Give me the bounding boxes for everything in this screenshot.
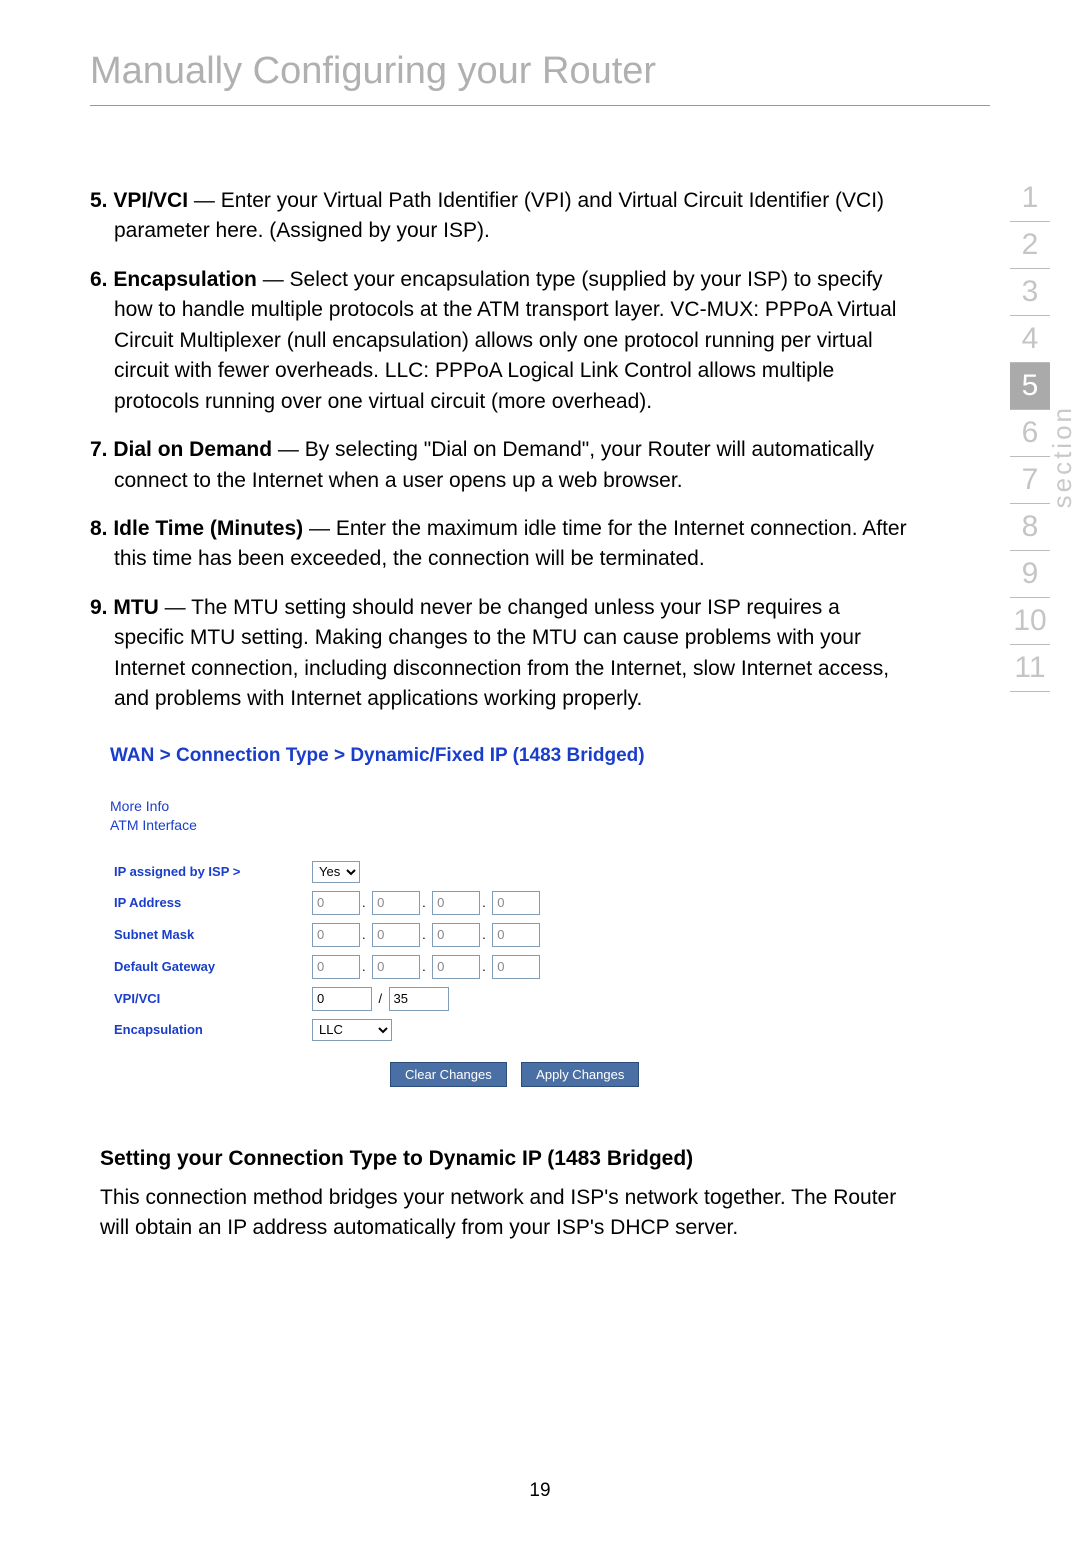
label-subnet-mask: Subnet Mask — [110, 922, 308, 948]
more-info-link[interactable]: More Info ATM Interface — [110, 797, 910, 836]
list-item-6: 6. Encapsulation — Select your encapsula… — [90, 265, 910, 417]
subnet-3[interactable] — [432, 923, 480, 947]
more-info-line2: ATM Interface — [110, 816, 910, 836]
gateway-3[interactable] — [432, 955, 480, 979]
list-item-5: 5. VPI/VCI — Enter your Virtual Path Ide… — [90, 186, 910, 247]
ip-assigned-select[interactable]: Yes — [312, 861, 360, 883]
item-9-label: 9. MTU — [90, 596, 159, 619]
label-ip-assigned: IP assigned by ISP > — [110, 860, 308, 884]
subsection-body: This connection method bridges your netw… — [100, 1183, 910, 1244]
section-nav-1[interactable]: 1 — [1010, 175, 1050, 222]
apply-changes-button[interactable]: Apply Changes — [521, 1062, 639, 1087]
breadcrumb: WAN > Connection Type > Dynamic/Fixed IP… — [110, 745, 910, 767]
section-nav-11[interactable]: 11 — [1010, 645, 1050, 692]
vpi-vci-separator: / — [376, 991, 384, 1006]
item-6-label: 6. Encapsulation — [90, 268, 257, 291]
router-config-screenshot: WAN > Connection Type > Dynamic/Fixed IP… — [110, 745, 910, 1087]
section-label: section — [1047, 405, 1078, 508]
section-nav: 1 2 3 4 5 6 7 8 9 10 11 — [1010, 175, 1050, 692]
ip-address-4[interactable] — [492, 891, 540, 915]
page-number: 19 — [0, 1480, 1080, 1502]
gateway-2[interactable] — [372, 955, 420, 979]
section-nav-5[interactable]: 5 — [1010, 363, 1050, 410]
item-7-label: 7. Dial on Demand — [90, 438, 272, 461]
vpi-input[interactable] — [312, 987, 372, 1011]
encapsulation-select[interactable]: LLC — [312, 1019, 392, 1041]
label-default-gateway: Default Gateway — [110, 954, 308, 980]
item-9-text: — The MTU setting should never be change… — [114, 596, 889, 710]
section-nav-9[interactable]: 9 — [1010, 551, 1050, 598]
item-8-label: 8. Idle Time (Minutes) — [90, 517, 303, 540]
subnet-4[interactable] — [492, 923, 540, 947]
subnet-2[interactable] — [372, 923, 420, 947]
gateway-4[interactable] — [492, 955, 540, 979]
ip-address-1[interactable] — [312, 891, 360, 915]
section-nav-10[interactable]: 10 — [1010, 598, 1050, 645]
section-nav-2[interactable]: 2 — [1010, 222, 1050, 269]
section-nav-7[interactable]: 7 — [1010, 457, 1050, 504]
ip-address-3[interactable] — [432, 891, 480, 915]
section-nav-3[interactable]: 3 — [1010, 269, 1050, 316]
item-5-label: 5. VPI/VCI — [90, 189, 188, 212]
ip-address-2[interactable] — [372, 891, 420, 915]
label-encapsulation: Encapsulation — [110, 1018, 308, 1042]
more-info-line1: More Info — [110, 797, 910, 817]
list-item-9: 9. MTU — The MTU setting should never be… — [90, 593, 910, 715]
vci-input[interactable] — [389, 987, 449, 1011]
subnet-1[interactable] — [312, 923, 360, 947]
label-ip-address: IP Address — [110, 890, 308, 916]
label-vpi-vci: VPI/VCI — [110, 986, 308, 1012]
page-title: Manually Configuring your Router — [90, 50, 990, 106]
section-nav-4[interactable]: 4 — [1010, 316, 1050, 363]
item-5-text: — Enter your Virtual Path Identifier (VP… — [114, 189, 884, 242]
gateway-1[interactable] — [312, 955, 360, 979]
list-item-8: 8. Idle Time (Minutes) — Enter the maxim… — [90, 514, 910, 575]
section-nav-6[interactable]: 6 — [1010, 410, 1050, 457]
section-nav-8[interactable]: 8 — [1010, 504, 1050, 551]
clear-changes-button[interactable]: Clear Changes — [390, 1062, 507, 1087]
subsection-heading: Setting your Connection Type to Dynamic … — [100, 1147, 910, 1171]
list-item-7: 7. Dial on Demand — By selecting "Dial o… — [90, 435, 910, 496]
